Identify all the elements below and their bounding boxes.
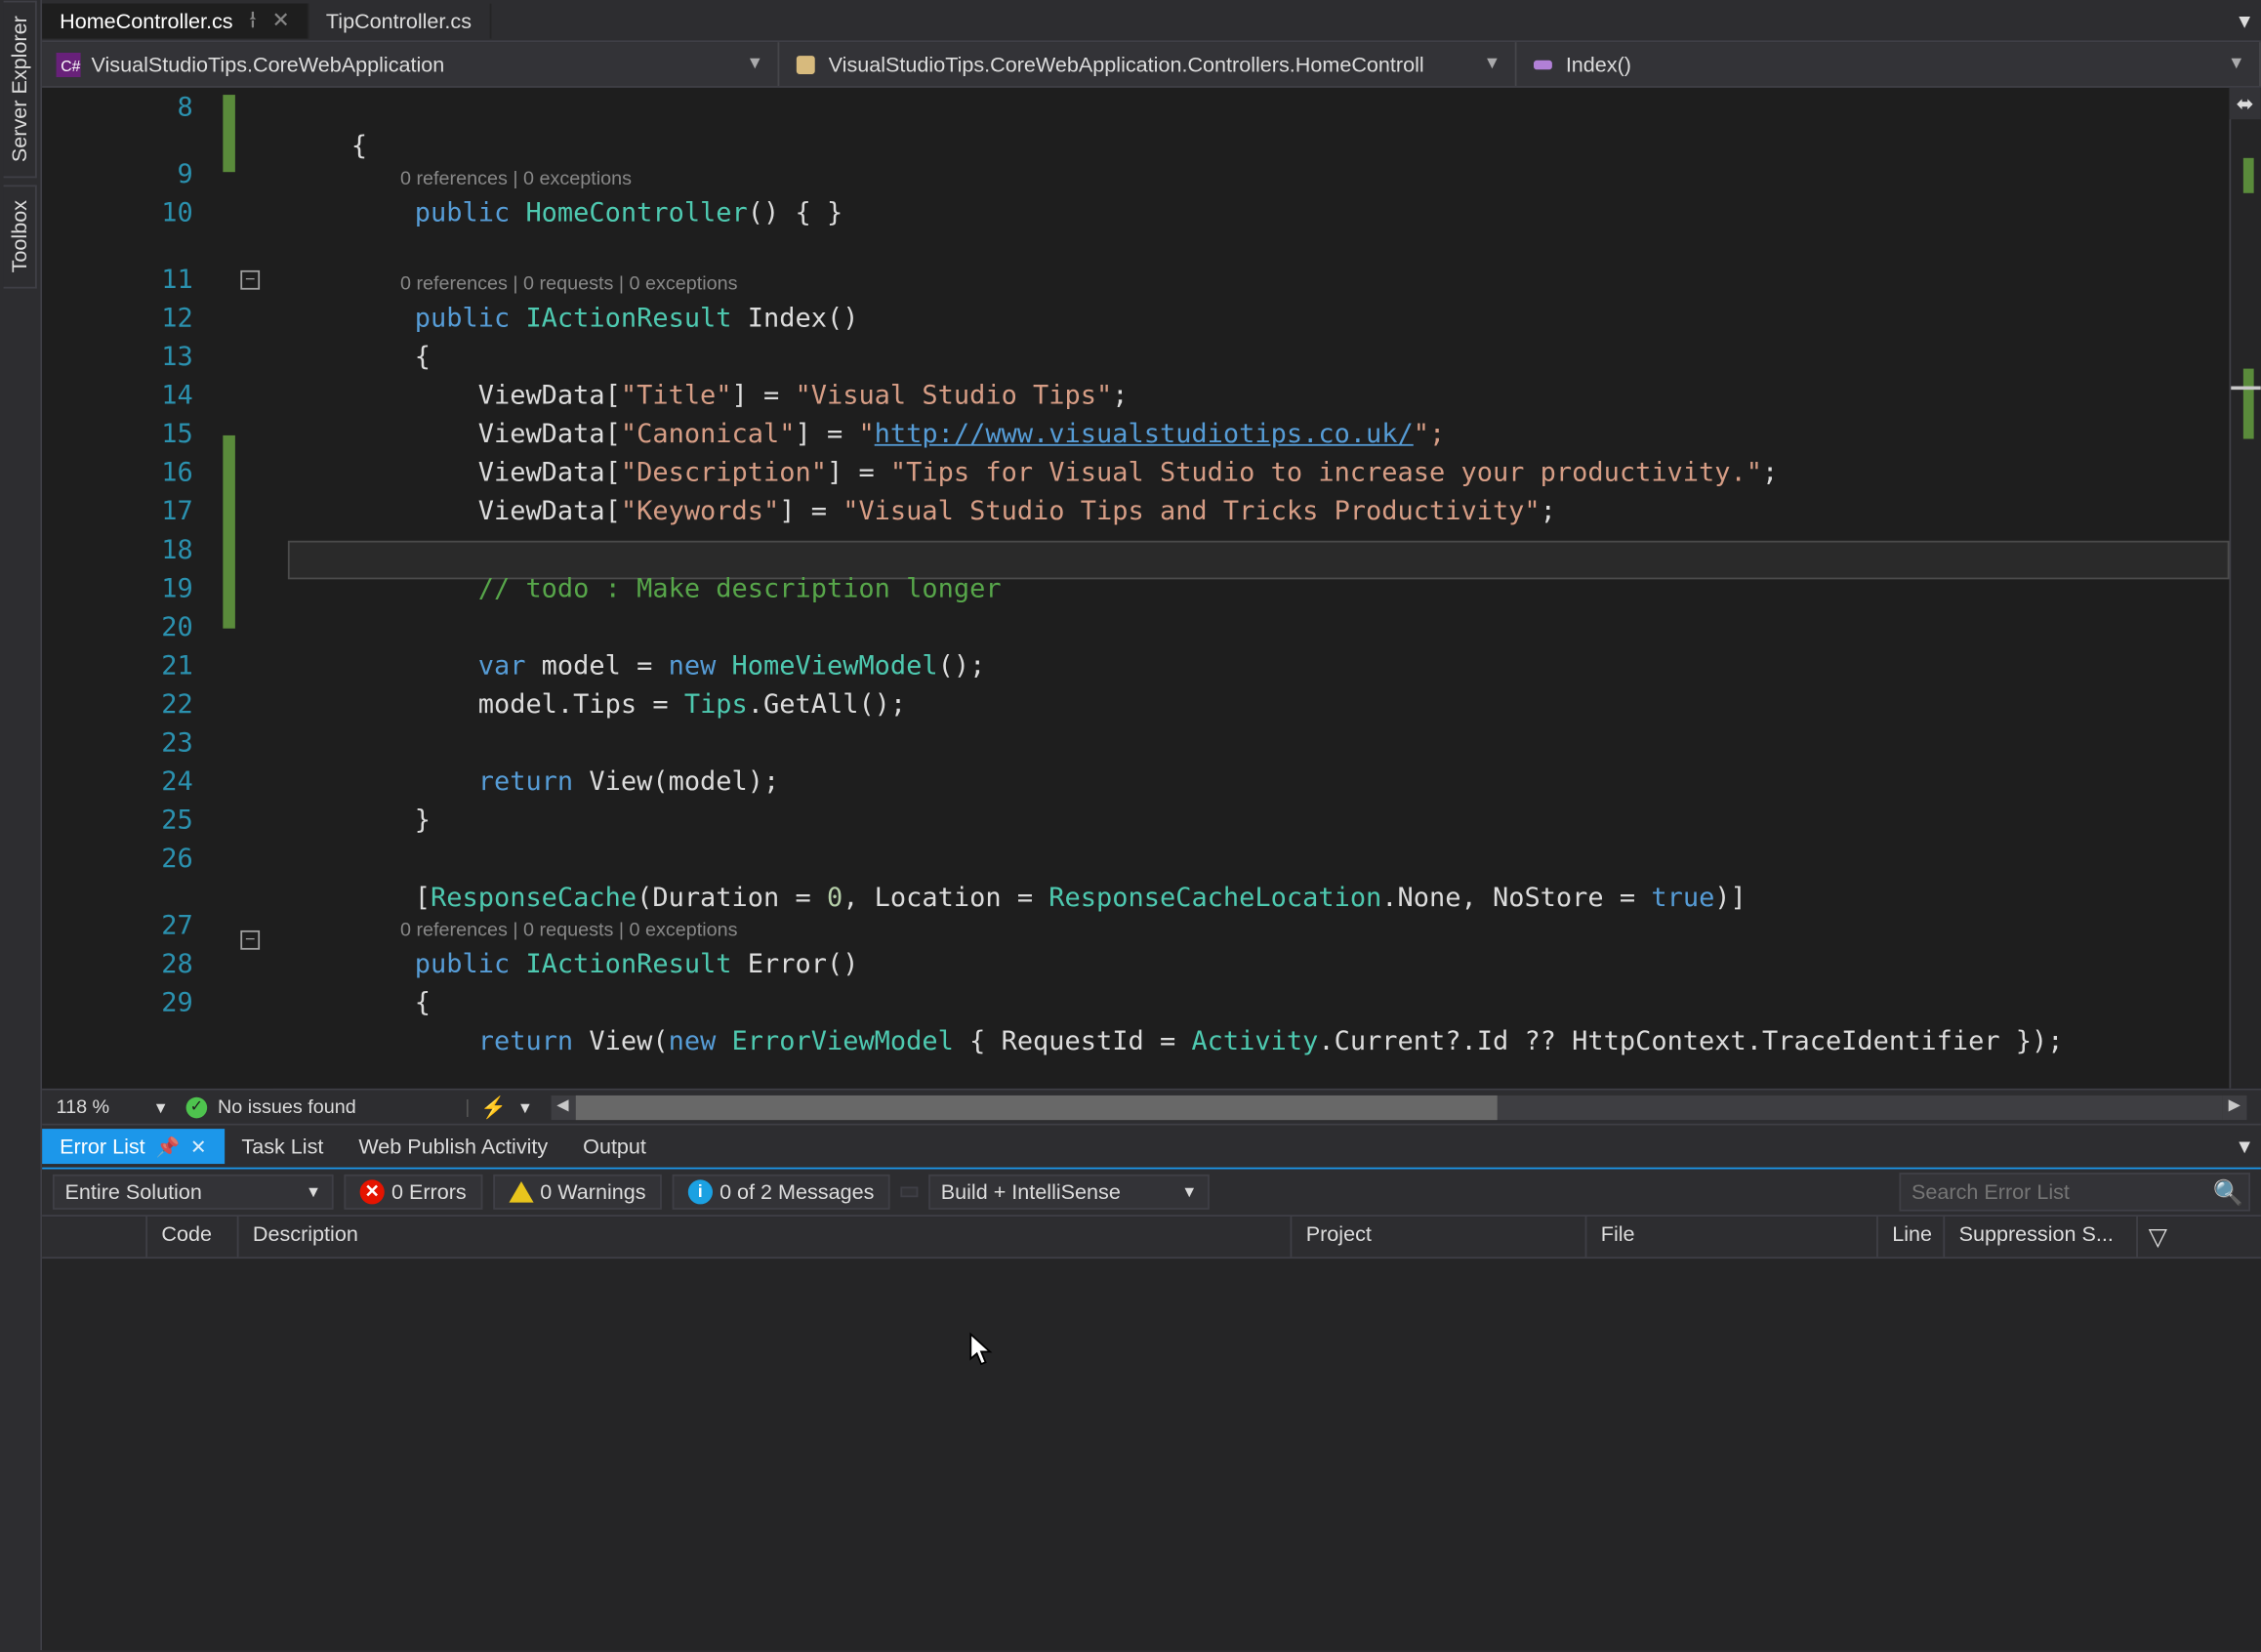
scroll-left-button[interactable]: ◀ [551,1094,575,1119]
nav-project-label: VisualStudioTips.CoreWebApplication [91,52,444,76]
scope-dropdown[interactable]: Entire Solution ▼ [53,1175,334,1210]
file-tab-tip-controller[interactable]: TipController.cs [308,3,491,38]
chevron-down-icon: ▼ [306,1183,321,1201]
warnings-filter-button[interactable]: 0 Warnings [493,1175,662,1210]
error-icon: ✕ [360,1179,385,1204]
close-icon[interactable] [271,8,289,32]
horizontal-scrollbar[interactable]: ◀ ▶ [551,1094,2247,1119]
column-severity[interactable] [42,1217,147,1257]
column-code[interactable]: Code [147,1217,238,1257]
chevron-down-icon: ▼ [1181,1183,1197,1201]
errors-filter-button[interactable]: ✕ 0 Errors [344,1175,481,1210]
scroll-right-button[interactable]: ▶ [2222,1094,2246,1119]
tab-web-publish[interactable]: Web Publish Activity [341,1129,565,1164]
file-tab-label: HomeController.cs [60,8,232,32]
bottom-tool-window: Error List 📌 ✕ Task List Web Publish Act… [42,1124,2261,1650]
fold-toggle[interactable]: − [240,930,260,950]
lightning-icon[interactable]: ⚡ [480,1094,507,1119]
codelens-ctor[interactable]: 0 references | 0 exceptions [288,165,2230,193]
method-icon [1531,52,1555,76]
issues-label: No issues found [218,1096,356,1118]
pin-icon[interactable]: 📌 [155,1135,180,1157]
clear-filters-button[interactable] [900,1186,918,1197]
file-tab-home-controller[interactable]: HomeController.cs [42,3,308,38]
file-tab-label: TipController.cs [326,8,472,32]
nav-project-dropdown[interactable]: C# VisualStudioTips.CoreWebApplication ▼ [42,42,779,86]
nav-member-label: Index() [1566,52,1631,76]
left-rail: Server Explorer Toolbox [0,0,42,1650]
nav-class-label: VisualStudioTips.CoreWebApplication.Cont… [829,52,1424,76]
column-suppression[interactable]: Suppression S... [1945,1217,2138,1257]
file-tabs: HomeController.cs TipController.cs ▾ [42,0,2261,42]
pin-icon[interactable] [243,8,261,32]
column-line[interactable]: Line [1878,1217,1945,1257]
warning-icon [509,1181,533,1203]
toolbox-tab[interactable]: Toolbox [4,185,37,289]
server-explorer-tab[interactable]: Server Explorer [4,0,37,178]
divider: | [465,1096,470,1118]
chevron-down-icon: ▼ [746,55,763,74]
navigation-bar: C# VisualStudioTips.CoreWebApplication ▼… [42,42,2261,88]
chevron-down-icon: ▼ [153,1098,169,1116]
class-icon [794,52,818,76]
filter-icon[interactable]: ▽ [2138,1217,2178,1257]
mouse-cursor-icon [968,1333,997,1368]
chevron-down-icon: ▼ [1483,55,1500,74]
column-file[interactable]: File [1586,1217,1877,1257]
chevron-down-icon: ▼ [2228,55,2245,74]
info-icon: i [688,1179,713,1204]
tool-window-overflow[interactable]: ▾ [2229,1133,2261,1161]
codelens-error[interactable]: 0 references | 0 requests | 0 exceptions [288,917,2230,945]
error-list-toolbar: Entire Solution ▼ ✕ 0 Errors 0 Warnings … [42,1168,2261,1217]
editor-status-bar: 118 % ▼ ✓ No issues found | ⚡ ▼ ◀ ▶ [42,1089,2261,1124]
line-number-gutter: 8 9 10 11 12 13 14 15 16 17 18 19 20 21 … [42,88,235,1089]
code-text-area[interactable]: { 0 references | 0 exceptions public Hom… [273,88,2229,1089]
tab-output[interactable]: Output [565,1129,664,1164]
nav-class-dropdown[interactable]: VisualStudioTips.CoreWebApplication.Cont… [779,42,1516,86]
code-editor[interactable]: 8 9 10 11 12 13 14 15 16 17 18 19 20 21 … [42,88,2261,1089]
error-list-column-headers: Code Description Project File Line Suppr… [42,1217,2261,1259]
column-description[interactable]: Description [239,1217,1293,1257]
codelens-index[interactable]: 0 references | 0 requests | 0 exceptions [288,270,2230,299]
tool-window-tabs: Error List 📌 ✕ Task List Web Publish Act… [42,1126,2261,1168]
outlining-margin: − − [235,88,274,1089]
csharp-project-icon: C# [57,52,81,76]
tab-overflow-button[interactable]: ▾ [2229,6,2261,34]
split-horizontal-icon[interactable]: ⬌ [2229,88,2260,119]
overview-ruler[interactable]: ⬌ [2229,88,2260,1089]
tab-task-list[interactable]: Task List [224,1129,341,1164]
search-input[interactable] [1899,1173,2250,1212]
build-intellisense-dropdown[interactable]: Build + IntelliSense ▼ [928,1175,1210,1210]
close-icon[interactable]: ✕ [190,1135,207,1157]
chevron-down-icon: ▼ [517,1098,533,1116]
tab-error-list[interactable]: Error List 📌 ✕ [42,1129,224,1164]
messages-filter-button[interactable]: i 0 of 2 Messages [673,1175,890,1210]
search-icon[interactable]: 🔍 [2212,1177,2242,1208]
zoom-dropdown[interactable]: 118 % ▼ [49,1096,175,1118]
check-icon: ✓ [186,1096,208,1118]
nav-member-dropdown[interactable]: Index() ▼ [1516,42,2260,86]
svg-text:C#: C# [61,58,80,74]
error-list-body[interactable] [42,1259,2261,1650]
column-project[interactable]: Project [1292,1217,1586,1257]
fold-toggle[interactable]: − [240,270,260,290]
search-error-list[interactable]: 🔍 [1899,1173,2250,1212]
